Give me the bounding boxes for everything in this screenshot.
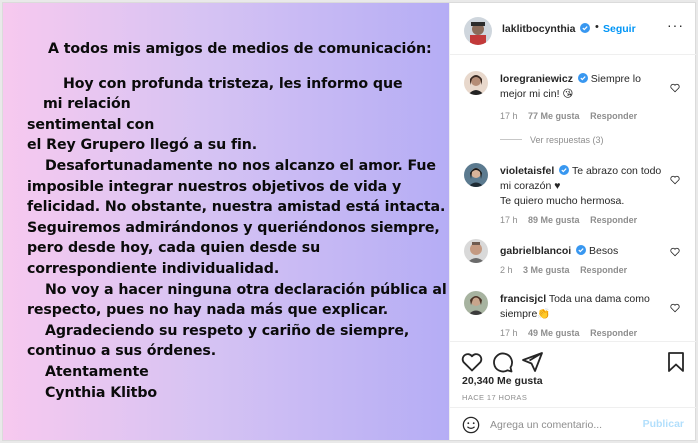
statement-spacer <box>27 60 437 74</box>
post-statement: A todos mis amigos de medios de comunica… <box>27 39 447 403</box>
statement-line: sentimental con <box>27 116 155 133</box>
comment-body: violetaisfel Te abrazo con todo mi coraz… <box>500 164 670 209</box>
comment-body: gabrielblancoi Besos <box>500 244 670 259</box>
like-comment-heart-icon[interactable] <box>670 247 680 257</box>
statement-line: imposible integrar nuestros objetivos de… <box>27 178 402 195</box>
verified-badge-icon <box>576 245 587 255</box>
like-comment-heart-icon[interactable] <box>670 303 680 313</box>
comment-meta: 17 h 77 Me gusta Responder <box>500 111 645 121</box>
statement-line: A todos mis amigos de medios de comunica… <box>48 41 432 57</box>
author-avatar[interactable] <box>464 17 492 45</box>
comment-text: Besos <box>589 245 619 257</box>
comment-time: 2 h <box>500 265 513 275</box>
reply-button[interactable]: Responder <box>590 328 637 338</box>
statement-line: respecto, pues no hay nada más que expli… <box>27 302 389 319</box>
publish-button[interactable]: Publicar <box>643 418 684 430</box>
commenter-username[interactable]: loregraniewicz <box>500 73 573 85</box>
comment-text-second-line: Te quiero mucho hermosa. <box>500 195 625 207</box>
post-card: A todos mis amigos de medios de comunica… <box>2 2 696 441</box>
like-comment-heart-icon[interactable] <box>670 83 680 93</box>
comment-meta: 17 h 49 Me gusta Responder <box>500 328 645 338</box>
comment-likes[interactable]: 49 Me gusta <box>528 328 580 338</box>
statement-line: mi relación <box>43 96 131 113</box>
statement-line: Agradeciendo su respeto y cariño de siem… <box>45 322 410 339</box>
statement-line: Cynthia Klitbo <box>45 384 158 401</box>
statement-line: correspondiente individualidad. <box>27 260 280 277</box>
post-timestamp[interactable]: HACE 17 HORAS <box>462 393 527 402</box>
share-icon[interactable] <box>520 350 544 374</box>
reply-button[interactable]: Responder <box>590 111 637 121</box>
comment-likes[interactable]: 77 Me gusta <box>528 111 580 121</box>
more-options-icon[interactable]: ··· <box>667 17 684 33</box>
commenter-avatar[interactable] <box>464 163 488 187</box>
statement-line: Hoy con profunda tristeza, les informo q… <box>63 75 403 92</box>
heart-icon[interactable] <box>460 350 484 374</box>
post-likes-count[interactable]: 20,340 Me gusta <box>462 375 543 387</box>
follow-button[interactable]: Seguir <box>603 23 636 35</box>
post-sidebar: laklitbocynthia • Seguir ··· loregraniew… <box>449 3 696 440</box>
commenter-username[interactable]: violetaisfel <box>500 165 554 177</box>
comments-list[interactable]: loregraniewicz Siempre lo mejor mi cin! … <box>450 55 696 338</box>
comment-likes[interactable]: 3 Me gusta <box>523 265 570 275</box>
reply-button[interactable]: Responder <box>580 265 627 275</box>
header-separator-dot: • <box>595 21 599 33</box>
statement-line: Atentamente <box>45 363 149 380</box>
statement-line: Seguiremos admirándonos y queriéndonos s… <box>27 219 440 236</box>
comment-time: 17 h <box>500 328 518 338</box>
comment-time: 17 h <box>500 215 518 225</box>
comment-icon[interactable] <box>490 350 514 374</box>
comment-likes[interactable]: 89 Me gusta <box>528 215 580 225</box>
commenter-avatar[interactable] <box>464 239 488 263</box>
statement-line: pero desde hoy, cada quien desde su <box>27 240 321 257</box>
commenter-avatar[interactable] <box>464 291 488 315</box>
statement-line: el Rey Grupero llegó a su fin. <box>27 137 258 154</box>
author-username-text[interactable]: laklitbocynthia <box>502 23 576 35</box>
verified-badge-icon <box>559 165 570 175</box>
add-comment-bar: Publicar <box>450 407 696 440</box>
comment-meta: 2 h 3 Me gusta Responder <box>500 265 635 275</box>
post-header: laklitbocynthia • Seguir ··· <box>450 3 696 55</box>
commenter-username[interactable]: francisjcl <box>500 293 546 305</box>
reply-button[interactable]: Responder <box>590 215 637 225</box>
comment-meta: 17 h 89 Me gusta Responder <box>500 215 645 225</box>
statement-line: felicidad. No obstante, nuestra amistad … <box>27 199 446 216</box>
statement-line: Desafortunadamente no nos alcanzo el amo… <box>45 157 436 174</box>
view-replies-button[interactable]: Ver respuestas (3) <box>500 135 604 145</box>
statement-line: No voy a hacer ninguna otra declaración … <box>45 281 447 298</box>
verified-badge-icon <box>580 23 591 33</box>
like-comment-heart-icon[interactable] <box>670 175 680 185</box>
verified-badge-icon <box>577 73 588 83</box>
bookmark-icon[interactable] <box>664 350 688 374</box>
comment-time: 17 h <box>500 111 518 121</box>
commenter-avatar[interactable] <box>464 71 488 95</box>
post-image[interactable]: A todos mis amigos de medios de comunica… <box>3 3 449 440</box>
commenter-username[interactable]: gabrielblancoi <box>500 245 571 257</box>
comment-body: loregraniewicz Siempre lo mejor mi cin! … <box>500 72 670 102</box>
emoji-icon[interactable] <box>462 416 480 434</box>
author-username[interactable]: laklitbocynthia <box>502 23 591 35</box>
comment-input[interactable] <box>490 415 638 435</box>
comment-body: francisjcl Toda una dama como siempre👏 <box>500 292 670 322</box>
statement-line: continuo a sus órdenes. <box>27 343 217 360</box>
